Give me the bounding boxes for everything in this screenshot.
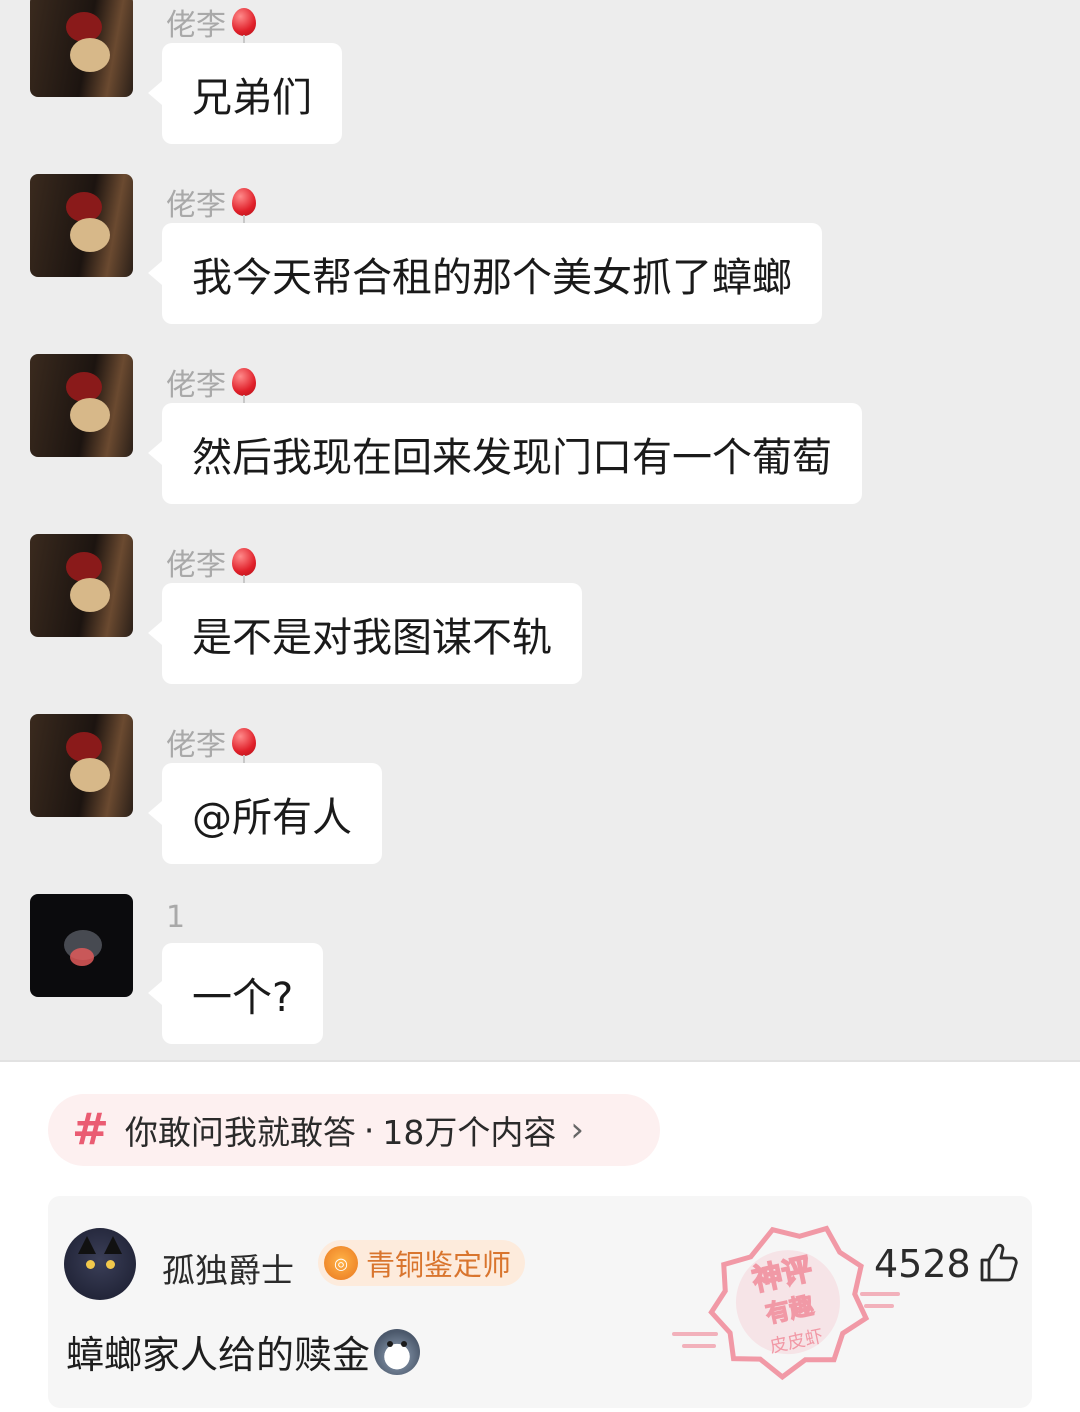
sender-label: 佬李 xyxy=(166,8,226,43)
avatar[interactable] xyxy=(30,0,133,97)
balloon-icon xyxy=(232,368,256,403)
sender-label: 佬李 xyxy=(166,728,226,763)
message-bubble[interactable]: 是不是对我图谋不轨 xyxy=(148,583,582,684)
topic-count: 18万个内容 xyxy=(382,1113,557,1152)
sender-name: 佬李 xyxy=(166,0,256,44)
chat-screenshot: 佬李 兄弟们 佬李 我今天帮合租的那个美女抓了蟑螂 佬李 然后我现在回来发现门口… xyxy=(0,0,1080,1062)
sender-label: 1 xyxy=(166,900,186,935)
sender-label: 佬李 xyxy=(166,368,226,403)
message-bubble[interactable]: 然后我现在回来发现门口有一个葡萄 xyxy=(148,403,862,504)
balloon-icon xyxy=(232,188,256,223)
sender-label: 佬李 xyxy=(166,548,226,583)
dog-emoji-icon xyxy=(374,1328,421,1375)
thumbs-up-icon[interactable] xyxy=(978,1242,1018,1284)
comment-text: 蟑螂家人给的赎金 xyxy=(66,1324,421,1379)
user-badge[interactable]: ◎ 青铜鉴定师 xyxy=(318,1240,526,1286)
commenter-name[interactable]: 孤独爵士 xyxy=(162,1244,294,1292)
message-bubble[interactable]: 兄弟们 xyxy=(148,43,342,144)
commenter-avatar[interactable] xyxy=(64,1228,136,1300)
comment-body: 蟑螂家人给的赎金 xyxy=(66,1333,371,1377)
balloon-icon xyxy=(232,728,256,763)
message-bubble[interactable]: @所有人 xyxy=(148,763,382,864)
message-bubble[interactable]: 我今天帮合租的那个美女抓了蟑螂 xyxy=(148,223,822,324)
balloon-icon xyxy=(232,8,256,43)
sender-name: 佬李 xyxy=(166,540,256,584)
medal-icon: ◎ xyxy=(324,1246,358,1280)
sender-name: 佬李 xyxy=(166,360,256,404)
avatar[interactable] xyxy=(30,174,133,277)
message-bubble[interactable]: 一个? xyxy=(147,943,324,1044)
avatar[interactable] xyxy=(30,714,133,817)
badge-label: 青铜鉴定师 xyxy=(366,1248,512,1282)
topic-title: 你敢问我就敢答 xyxy=(124,1113,356,1152)
sender-name: 佬李 xyxy=(166,720,256,764)
hashtag-icon: # xyxy=(72,1104,109,1155)
topic-tag[interactable]: # 你敢问我就敢答 · 18万个内容 › xyxy=(48,1094,660,1166)
chevron-right-icon: › xyxy=(570,1110,584,1150)
avatar[interactable] xyxy=(30,534,133,637)
sender-name: 佬李 xyxy=(166,180,256,224)
sender-name: 1 xyxy=(166,900,185,935)
avatar[interactable] xyxy=(30,894,133,997)
topic-separator: · xyxy=(363,1110,375,1150)
sender-label: 佬李 xyxy=(166,188,226,223)
balloon-icon xyxy=(232,548,256,583)
hot-comment-stamp: 神评 有趣 皮皮虾 xyxy=(672,1225,900,1381)
avatar[interactable] xyxy=(30,354,133,457)
